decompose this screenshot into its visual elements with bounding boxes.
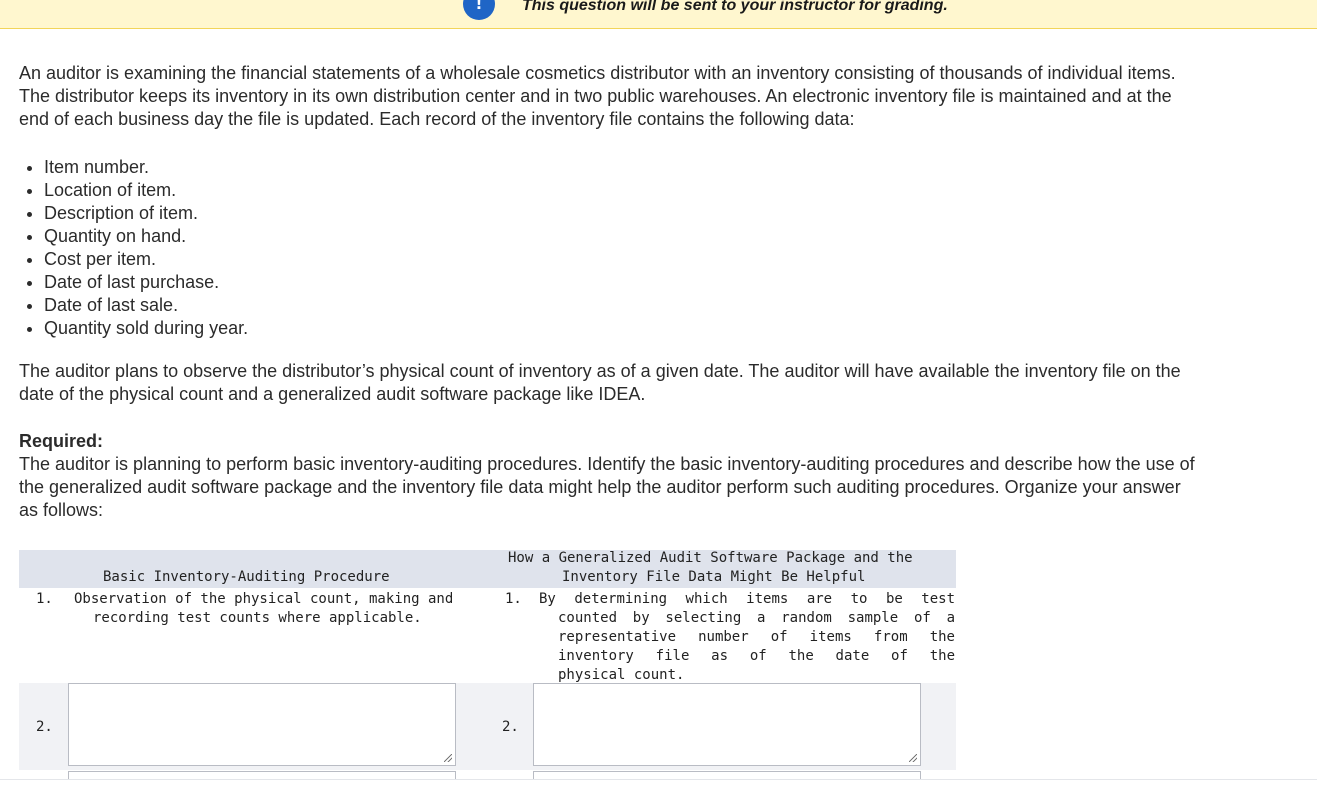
row1-procedure-line2: recording test counts where applicable. bbox=[93, 610, 422, 626]
list-item: Quantity sold during year. bbox=[44, 317, 1199, 340]
row1-helpful-line3: representative number of items from the bbox=[558, 629, 955, 645]
row1-number-left: 1. bbox=[36, 591, 53, 607]
row1-number-right: 1. bbox=[505, 591, 522, 607]
resize-handle-icon[interactable] bbox=[909, 754, 917, 762]
list-item: Date of last purchase. bbox=[44, 271, 1199, 294]
row1-helpful-line2: counted by selecting a random sample of … bbox=[558, 610, 955, 626]
header-helpful-line2: Inventory File Data Might Be Helpful bbox=[562, 569, 866, 585]
required-label: Required: bbox=[19, 431, 104, 451]
row1-procedure-line1: Observation of the physical count, makin… bbox=[74, 591, 454, 607]
resize-handle-icon[interactable] bbox=[444, 754, 452, 762]
header-procedure: Basic Inventory-Auditing Procedure bbox=[103, 569, 390, 585]
list-item: Date of last sale. bbox=[44, 294, 1199, 317]
list-item: Item number. bbox=[44, 156, 1199, 179]
table-header-right: How a Generalized Audit Software Package… bbox=[505, 550, 956, 588]
list-item: Location of item. bbox=[44, 179, 1199, 202]
banner-text: This question will be sent to your instr… bbox=[522, 0, 948, 14]
bottom-toolbar bbox=[0, 779, 1317, 798]
exclamation-icon: ! bbox=[463, 0, 495, 20]
row2-helpful-textarea[interactable] bbox=[533, 683, 921, 766]
table-header-left: Basic Inventory-Auditing Procedure bbox=[19, 550, 505, 588]
row1-helpful-line4: inventory file as of the date of the bbox=[558, 648, 955, 664]
grading-banner: ! This question will be sent to your ins… bbox=[0, 0, 1317, 29]
question-intro: An auditor is examining the financial st… bbox=[19, 63, 1176, 129]
row1-helpful-line5: physical count. bbox=[558, 667, 685, 683]
row1-helpful-line1: By determining which items are to be tes… bbox=[539, 591, 955, 607]
list-item: Quantity on hand. bbox=[44, 225, 1199, 248]
row2-procedure-textarea[interactable] bbox=[68, 683, 456, 766]
header-helpful-line1: How a Generalized Audit Software Package… bbox=[508, 550, 913, 566]
row2-number-left: 2. bbox=[36, 719, 53, 735]
required-text: The auditor is planning to perform basic… bbox=[19, 454, 1195, 520]
question-content: An auditor is examining the financial st… bbox=[19, 62, 1199, 522]
list-item: Description of item. bbox=[44, 202, 1199, 225]
list-item: Cost per item. bbox=[44, 248, 1199, 271]
audit-plan-text: The auditor plans to observe the distrib… bbox=[19, 361, 1181, 404]
data-items-list: Item number. Location of item. Descripti… bbox=[19, 156, 1199, 340]
row2-number-right: 2. bbox=[502, 719, 519, 735]
